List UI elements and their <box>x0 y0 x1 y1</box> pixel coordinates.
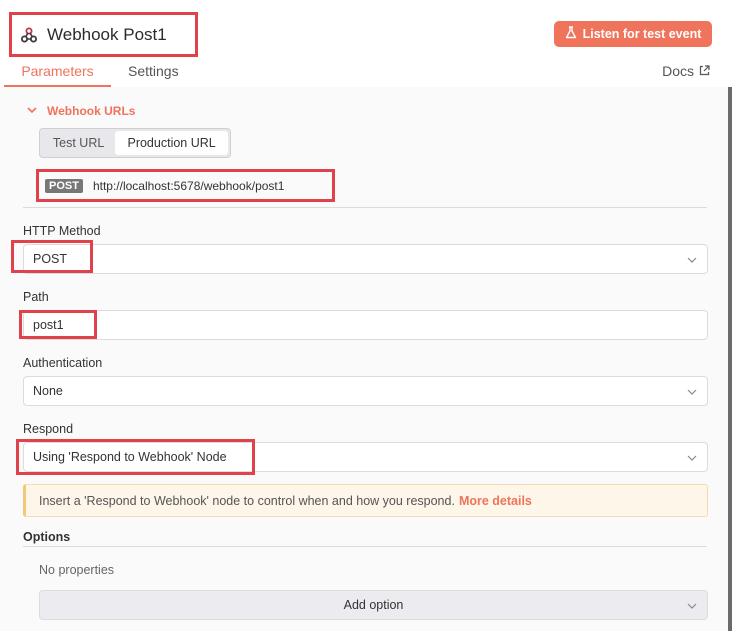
path-label: Path <box>23 290 49 304</box>
authentication-value: None <box>33 384 63 398</box>
docs-label: Docs <box>662 63 694 79</box>
add-option-label: Add option <box>343 598 404 612</box>
external-link-icon <box>699 63 710 79</box>
options-label: Options <box>23 530 71 544</box>
method-badge: POST <box>45 178 83 193</box>
notice-text: Insert a 'Respond to Webhook' node to co… <box>39 493 455 508</box>
add-option-button[interactable]: Add option <box>39 590 708 620</box>
node-title[interactable]: Webhook Post1 <box>9 12 198 57</box>
chevron-down-icon <box>687 452 697 462</box>
respond-notice: Insert a 'Respond to Webhook' node to co… <box>23 484 708 517</box>
highlight-box <box>19 310 97 339</box>
http-method-select[interactable]: POST <box>23 244 708 274</box>
tab-settings[interactable]: Settings <box>128 58 179 87</box>
webhook-urls-label: Webhook URLs <box>47 104 136 118</box>
webhook-url-text: http://localhost:5678/webhook/post1 <box>92 178 285 193</box>
webhook-urls-toggle[interactable]: Webhook URLs <box>27 104 135 118</box>
chevron-down-icon <box>687 386 697 396</box>
tab-bar: Parameters Settings Docs <box>0 58 728 87</box>
http-method-label: HTTP Method <box>23 224 101 238</box>
more-details-link[interactable]: More details <box>459 494 532 508</box>
webhook-icon <box>20 26 38 44</box>
chevron-down-icon <box>687 254 697 264</box>
highlight-box <box>11 240 93 273</box>
highlight-box <box>16 439 255 475</box>
parameters-panel: Webhook URLs Test URL Production URL POS… <box>0 87 728 631</box>
respond-label: Respond <box>23 422 74 436</box>
options-divider <box>23 546 707 547</box>
chevron-down-icon <box>27 105 37 117</box>
tab-parameters[interactable]: Parameters <box>4 58 111 87</box>
docs-link[interactable]: Docs <box>662 63 710 79</box>
panel-header: Webhook Post1 Listen for test event Para… <box>0 0 732 87</box>
webhook-url-display[interactable]: POST http://localhost:5678/webhook/post1 <box>36 169 335 202</box>
production-url-button[interactable]: Production URL <box>115 131 228 155</box>
test-url-button[interactable]: Test URL <box>42 131 115 155</box>
listen-test-event-button[interactable]: Listen for test event <box>554 21 712 47</box>
authentication-label: Authentication <box>23 356 103 370</box>
node-title-text: Webhook Post1 <box>47 24 167 44</box>
flask-icon <box>565 26 577 42</box>
listen-button-label: Listen for test event <box>582 27 702 41</box>
section-divider <box>23 207 707 208</box>
background-strip <box>728 0 732 631</box>
authentication-select[interactable]: None <box>23 376 708 406</box>
chevron-down-icon <box>687 600 697 610</box>
no-properties-text: No properties <box>39 563 115 577</box>
url-type-toggle: Test URL Production URL <box>39 128 231 158</box>
path-input[interactable]: post1 <box>23 310 708 340</box>
